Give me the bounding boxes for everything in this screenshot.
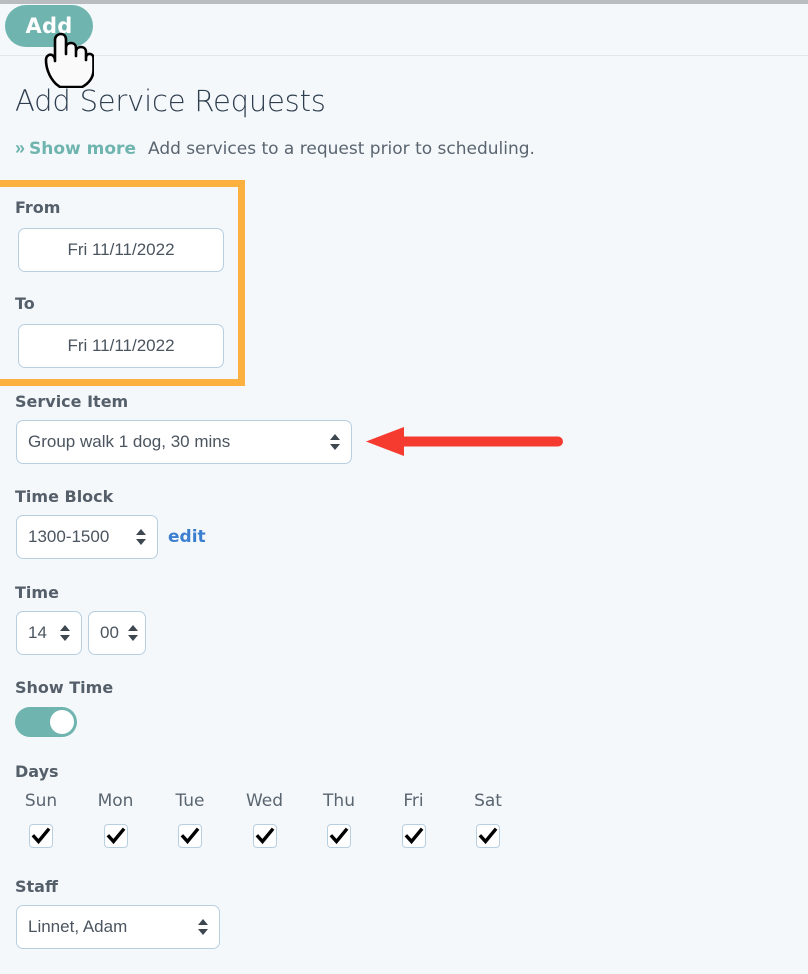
show-time-toggle[interactable] bbox=[15, 707, 77, 737]
to-label: To bbox=[15, 294, 35, 313]
add-button[interactable]: Add bbox=[5, 5, 93, 47]
time-block-label: Time Block bbox=[15, 487, 114, 506]
day-label-wed: Wed bbox=[245, 791, 284, 811]
from-date-input[interactable] bbox=[18, 228, 224, 272]
time-hours-select[interactable]: 14 bbox=[16, 611, 82, 655]
chevron-updown-icon bbox=[127, 624, 139, 642]
day-label-tue: Tue bbox=[175, 791, 205, 811]
time-block-edit-link[interactable]: edit bbox=[168, 527, 206, 547]
toolbar-divider bbox=[0, 55, 808, 56]
checkmark-icon bbox=[329, 827, 349, 845]
day-checkbox-mon[interactable] bbox=[103, 824, 128, 848]
page-root: Add Add Service Requests » Show more Add… bbox=[0, 0, 808, 974]
to-date-input[interactable] bbox=[18, 324, 224, 368]
day-checkbox-sun[interactable] bbox=[29, 824, 53, 848]
day-label-fri: Fri bbox=[403, 791, 424, 811]
day-label-sun: Sun bbox=[24, 791, 58, 811]
checkmark-icon bbox=[478, 827, 498, 845]
day-label-sat: Sat bbox=[474, 791, 502, 811]
chevron-updown-icon bbox=[135, 528, 147, 546]
time-label: Time bbox=[15, 583, 59, 602]
staff-label: Staff bbox=[15, 877, 58, 896]
staff-value: Linnet, Adam bbox=[28, 917, 128, 936]
toggle-knob bbox=[50, 710, 74, 734]
checkmark-icon bbox=[180, 827, 200, 845]
day-label-thu: Thu bbox=[323, 791, 355, 811]
service-item-value: Group walk 1 dog, 30 mins bbox=[28, 432, 231, 451]
show-more-link[interactable]: Show more bbox=[29, 139, 136, 159]
page-description: Add services to a request prior to sched… bbox=[147, 139, 535, 159]
from-label: From bbox=[15, 198, 61, 217]
day-checkbox-thu[interactable] bbox=[327, 824, 351, 848]
day-checkbox-tue[interactable] bbox=[178, 824, 202, 848]
checkmark-icon bbox=[404, 827, 423, 845]
page-title: Add Service Requests bbox=[15, 84, 326, 118]
service-item-label: Service Item bbox=[15, 392, 129, 411]
chevron-updown-icon bbox=[59, 624, 71, 642]
show-time-label: Show Time bbox=[15, 678, 114, 697]
checkmark-icon bbox=[106, 827, 125, 845]
checkmark-icon bbox=[255, 827, 274, 845]
checkmark-icon bbox=[31, 827, 51, 845]
show-more-row: » Show more Add services to a request pr… bbox=[15, 139, 535, 159]
day-checkbox-sat[interactable] bbox=[476, 824, 500, 848]
double-chevron-right-icon[interactable]: » bbox=[15, 139, 25, 157]
chevron-updown-icon bbox=[197, 918, 209, 936]
chevron-updown-icon bbox=[329, 433, 341, 451]
toolbar bbox=[0, 4, 808, 55]
time-hours-value: 14 bbox=[28, 623, 47, 642]
time-minutes-value: 00 bbox=[100, 623, 119, 642]
day-checkbox-fri[interactable] bbox=[401, 824, 426, 848]
day-label-mon: Mon bbox=[97, 791, 134, 811]
time-block-select[interactable]: 1300-1500 bbox=[16, 515, 158, 559]
service-item-select[interactable]: Group walk 1 dog, 30 mins bbox=[16, 420, 352, 464]
days-label: Days bbox=[15, 762, 59, 781]
staff-select[interactable]: Linnet, Adam bbox=[16, 905, 220, 949]
arrow-annotation bbox=[366, 427, 563, 456]
time-block-value: 1300-1500 bbox=[28, 527, 110, 546]
day-checkbox-wed[interactable] bbox=[252, 824, 277, 848]
time-minutes-select[interactable]: 00 bbox=[88, 611, 146, 655]
